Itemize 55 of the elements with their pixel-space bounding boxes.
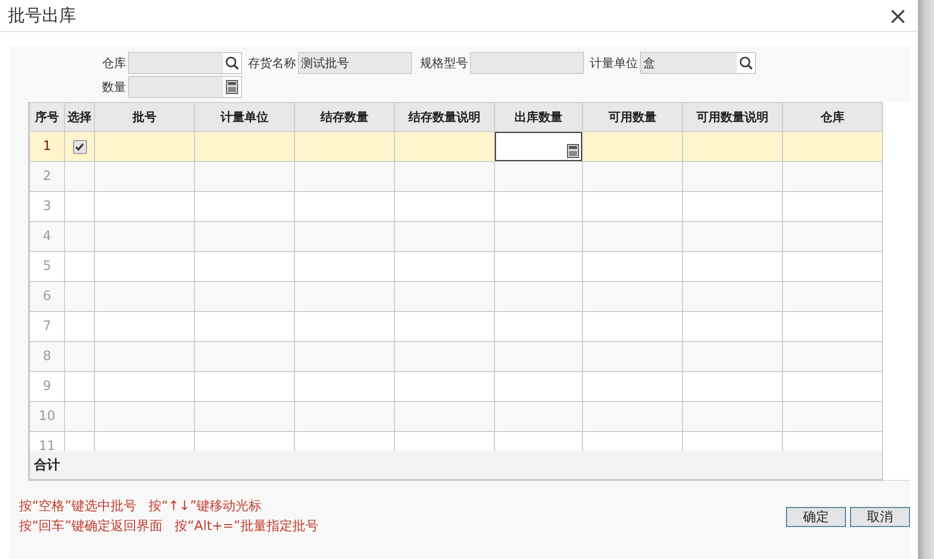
row-number: 6: [42, 289, 52, 304]
column-header: 可用数量说明: [683, 103, 783, 131]
column-header: 结存数量说明: [395, 103, 495, 131]
row-number: 8: [42, 349, 52, 364]
table-row[interactable]: 3: [30, 192, 882, 222]
row-number: 1: [42, 139, 52, 154]
row-number: 7: [42, 319, 52, 334]
column-header: 出库数量: [495, 103, 583, 131]
search-icon[interactable]: [225, 56, 239, 70]
table-row[interactable]: 10: [30, 402, 882, 432]
table-row[interactable]: 6: [30, 282, 882, 312]
input-field[interactable]: 测试批号: [298, 52, 412, 74]
field-label: 仓库: [101, 54, 126, 72]
table-row[interactable]: 8: [30, 342, 882, 372]
row-number: 5: [42, 259, 52, 274]
column-header: 结存数量: [295, 103, 395, 131]
field-label: 计量单位: [589, 54, 638, 72]
table-row[interactable]: 9: [30, 372, 882, 402]
table-row[interactable]: 1: [30, 132, 882, 162]
input-field[interactable]: [128, 76, 242, 98]
row-number: 10: [38, 409, 56, 424]
confirm-button[interactable]: 确定: [786, 507, 846, 527]
table-row[interactable]: 7: [30, 312, 882, 342]
total-label: 合计: [34, 457, 60, 474]
column-header: 序号: [30, 103, 65, 131]
calculator-icon[interactable]: [567, 144, 579, 158]
field-label: 规格型号: [419, 54, 468, 72]
field-label: 存货名称: [247, 54, 296, 72]
row-number: 3: [42, 199, 52, 214]
hint-text: 按“回车”键确定返回界面: [19, 518, 162, 535]
row-number: 9: [42, 379, 52, 394]
close-button[interactable]: ×: [888, 4, 908, 28]
input-field[interactable]: [128, 52, 242, 74]
hint-text: 按“空格”键选中批号: [19, 498, 136, 515]
row-number: 4: [42, 229, 52, 244]
column-header: 选择: [65, 103, 95, 131]
table-row[interactable]: 4: [30, 222, 882, 252]
hint-text: 按“Alt+=”批量指定批号: [174, 518, 318, 535]
input-field[interactable]: 盒: [640, 52, 756, 74]
calculator-icon[interactable]: [226, 80, 238, 94]
checkbox[interactable]: [72, 140, 86, 154]
window-title: 批号出库: [8, 5, 76, 27]
row-number: 2: [42, 169, 52, 184]
cancel-button[interactable]: 取消: [850, 507, 910, 527]
search-icon[interactable]: [739, 56, 753, 70]
column-header: 计量单位: [195, 103, 295, 131]
table-row[interactable]: 5: [30, 252, 882, 282]
row-number: 11: [38, 439, 56, 451]
hint-text: 按“↑↓”键移动光标: [148, 498, 262, 515]
column-header: 可用数量: [583, 103, 683, 131]
field-label: 数量: [101, 78, 126, 96]
input-field[interactable]: [470, 52, 584, 74]
table-row[interactable]: 2: [30, 162, 882, 192]
quantity-input[interactable]: [495, 132, 582, 161]
column-header: 批号: [95, 103, 195, 131]
